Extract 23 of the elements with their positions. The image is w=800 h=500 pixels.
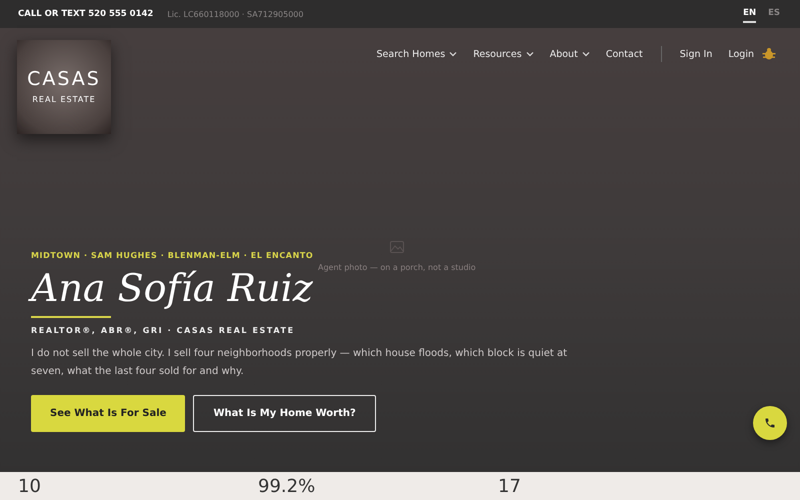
nav-link[interactable]: Search Homes [376,48,458,60]
stat-number: 17 [498,478,522,499]
logo[interactable]: CASAS REAL ESTATE [17,40,111,134]
login-link[interactable]: Login [728,48,754,60]
phone-number: CALL OR TEXT 520 555 0142 [18,9,154,19]
neighborhood-list: MIDTOWN · SAM HUGHES · BLENMAN-ELM · EL ENCANTO [31,251,769,260]
nav-link[interactable]: Resources [473,48,534,60]
intro-text: I do not sell the whole city. I sell four neighborhoods properly — which house floods, which block is quiet at seven, what the last four sold for and why. [31,347,568,379]
home-worth-button[interactable]: What Is My Home Worth? [193,395,376,432]
bug-icon[interactable] [762,47,776,61]
for-sale-button[interactable]: See What Is For Sale [31,395,186,432]
photo-caption: Agent photo — on a porch, not a studio [318,263,476,272]
sign-in-link[interactable]: Sign In [680,48,712,60]
language-option[interactable]: ES [768,5,780,23]
language-option[interactable]: EN [743,5,756,23]
nav-link[interactable]: Contact [606,48,643,60]
call-button[interactable] [753,406,787,440]
nav-link[interactable]: About [550,48,590,60]
credentials: REALTOR®, ABR®, GRI · CASAS REAL ESTATE [31,326,296,335]
stat-number: 10 [18,478,42,499]
stat-number: 99.2% [258,478,316,499]
license-text: Lic. LC660118000 · SA712905000 [167,10,304,18]
phone-icon [764,417,776,429]
